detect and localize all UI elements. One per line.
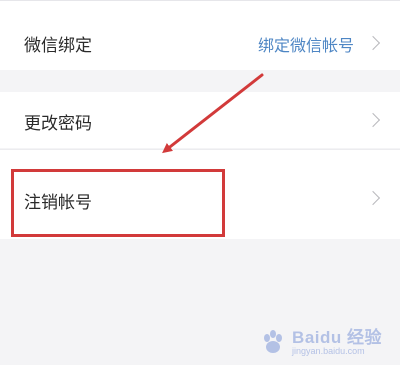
watermark-title: Baidu 经验 (292, 328, 382, 348)
paw-logo-icon (264, 330, 283, 353)
baidu-jingyan-watermark: Baidu 经验 jingyan.baidu.com (260, 329, 382, 357)
annotation-arrow (162, 73, 264, 154)
watermark-url: jingyan.baidu.com (292, 346, 365, 357)
